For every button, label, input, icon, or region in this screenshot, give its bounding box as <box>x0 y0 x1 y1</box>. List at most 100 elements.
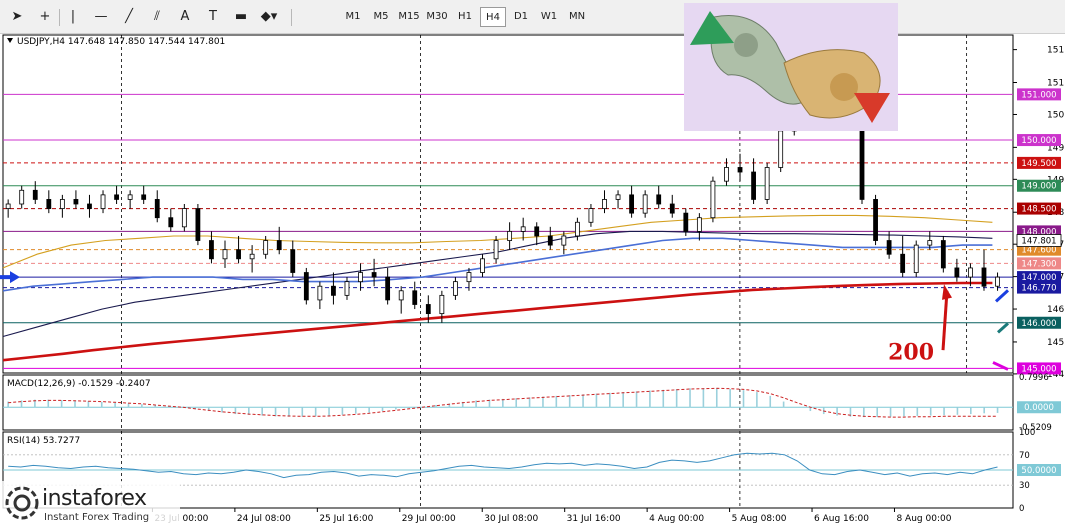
candle-body <box>32 189 38 200</box>
trendline-icon[interactable]: ╱ <box>118 7 140 27</box>
price-axis-label: 145.580 <box>1047 338 1065 348</box>
time-axis-label: 24 Jul 08:00 <box>237 514 291 524</box>
text-icon[interactable]: A <box>174 7 196 27</box>
time-axis-label: 8 Aug 00:00 <box>896 514 951 524</box>
chart-toolbar: ➤ + | — ╱ ⫽ A T ▬ ◆▾ M1 M5 M15 M30 H1 H4 D1 W1 MN <box>0 0 1065 34</box>
candle-body <box>940 240 946 269</box>
candle-body <box>588 208 594 223</box>
candle-body <box>615 194 621 200</box>
candle-body <box>683 212 689 232</box>
rsi-level-label: 50.0000 <box>1021 466 1056 476</box>
candle-body <box>995 276 1000 287</box>
candle-body <box>412 290 418 305</box>
toolbar-separator <box>291 9 292 26</box>
instaforex-logo: instaforex Instant Forex Trading <box>0 481 180 526</box>
candle-body <box>954 267 960 278</box>
level-price-label: 150.000 <box>1021 136 1056 146</box>
macd-zero-label: 0.0000 <box>1024 403 1054 413</box>
chart-area[interactable]: 151.980151.260150.560149.840149.140148.4… <box>0 34 1065 526</box>
candle-body <box>398 290 404 301</box>
crosshair-icon[interactable]: + <box>34 7 56 27</box>
candle-body <box>141 194 147 200</box>
logo-brand: instaforex <box>42 486 147 511</box>
candle-body <box>209 240 214 260</box>
candle-body <box>724 167 729 182</box>
candle-body <box>127 194 133 200</box>
time-axis-label: 31 Jul 16:00 <box>567 514 621 524</box>
time-axis-label: 5 Aug 08:00 <box>732 514 787 524</box>
candle-body <box>968 267 973 278</box>
timeframe-h4-button[interactable]: H4 <box>480 7 506 27</box>
candle-body <box>453 281 458 296</box>
timeframe-m30-button[interactable]: M30 <box>424 7 450 27</box>
level-price-label: 147.600 <box>1021 246 1056 256</box>
channel-icon[interactable]: ⫽ <box>146 7 168 27</box>
time-axis-label: 25 Jul 16:00 <box>319 514 373 524</box>
ma-200-annotation: 200 <box>888 339 934 365</box>
candle-body <box>480 258 485 273</box>
candle-body <box>249 253 255 260</box>
candle-body <box>927 240 933 246</box>
timeframe-m15-button[interactable]: M15 <box>396 7 422 27</box>
candle-body <box>73 199 79 205</box>
candle-body <box>669 203 675 214</box>
candle-body <box>236 249 241 260</box>
toolbar-separator <box>59 9 60 26</box>
shapes-dropdown-icon[interactable]: ◆▾ <box>258 7 280 27</box>
logo-tagline: Instant Forex Trading <box>44 512 150 523</box>
candle-body <box>737 167 743 173</box>
candle-body <box>466 272 472 283</box>
candle-body <box>900 253 906 273</box>
macd-axis-label: 0.7996 <box>1019 373 1049 383</box>
level-price-label: 146.000 <box>1021 319 1056 329</box>
rsi-title: RSI(14) 53.7277 <box>7 436 80 446</box>
time-axis-label: 29 Jul 00:00 <box>402 514 456 524</box>
timeframe-d1-button[interactable]: D1 <box>508 7 534 27</box>
candle-body <box>561 235 567 246</box>
candle-body <box>602 199 607 209</box>
candle-body <box>710 180 716 219</box>
level-price-label: 146.770 <box>1021 284 1056 294</box>
candle-body <box>195 208 201 241</box>
rectangle-icon[interactable]: ▬ <box>230 7 252 27</box>
level-price-label: 149.000 <box>1021 182 1056 192</box>
candle-body <box>59 199 65 209</box>
timeframe-m5-button[interactable]: M5 <box>368 7 394 27</box>
horizontal-line-icon[interactable]: — <box>90 7 112 27</box>
time-axis-label: 6 Aug 16:00 <box>814 514 869 524</box>
candle-body <box>19 189 25 205</box>
logo-mark-icon <box>5 486 39 520</box>
timeframe-mn-button[interactable]: MN <box>564 7 590 27</box>
candle-body <box>263 240 269 255</box>
level-price-label: 148.500 <box>1021 205 1056 215</box>
price-axis-label: 150.560 <box>1047 110 1065 120</box>
candle-body <box>751 171 756 200</box>
candle-body <box>642 194 648 214</box>
timeframe-m1-button[interactable]: M1 <box>340 7 366 27</box>
candle-body <box>290 249 296 273</box>
rsi-axis-label: 30 <box>1019 481 1030 491</box>
candle-body <box>778 130 784 168</box>
candle-body <box>520 226 526 232</box>
time-axis-label: 30 Jul 08:00 <box>484 514 538 524</box>
text-label-icon[interactable]: T <box>202 7 224 27</box>
candle-body <box>439 294 445 315</box>
candle-body <box>114 194 119 200</box>
panel-frame-2 <box>2 374 1014 431</box>
candle-body <box>574 221 580 237</box>
vertical-line-icon[interactable]: | <box>62 7 84 27</box>
candle-body <box>873 199 878 241</box>
main-chart-title: USDJPY,H4 147.648 147.850 147.544 147.80… <box>17 37 225 47</box>
timeframe-h1-button[interactable]: H1 <box>452 7 478 27</box>
price-axis-label: 151.260 <box>1047 79 1065 89</box>
candle-body <box>385 276 391 301</box>
timeframe-w1-button[interactable]: W1 <box>536 7 562 27</box>
candle-body <box>87 203 92 209</box>
rsi-axis-label: 0 <box>1019 504 1024 514</box>
level-price-label: 149.500 <box>1021 159 1056 169</box>
candle-body <box>696 217 702 232</box>
banknote-illustration <box>684 3 898 131</box>
macd-title: MACD(12,26,9) -0.1529 -0.2407 <box>7 379 151 389</box>
cursor-icon[interactable]: ➤ <box>6 7 28 27</box>
candle-body <box>534 226 540 237</box>
